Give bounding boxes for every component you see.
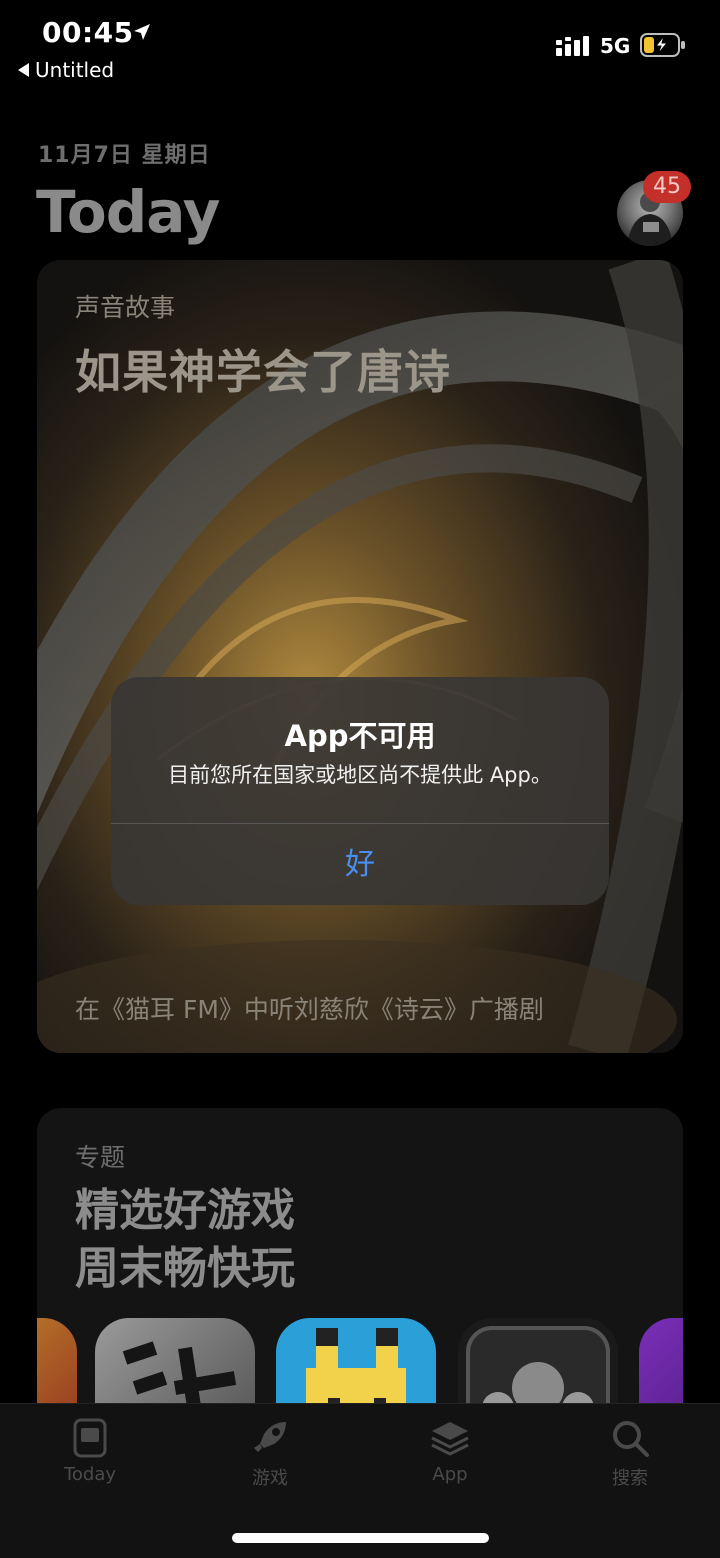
tab-label: Today xyxy=(63,1464,117,1485)
topic-eyebrow: 专题 xyxy=(75,1143,126,1172)
home-indicator[interactable] xyxy=(232,1533,489,1543)
tab-games[interactable]: 游戏 xyxy=(210,1418,330,1502)
page-title: Today xyxy=(36,178,220,246)
card-title: 如果神学会了唐诗 xyxy=(75,345,451,399)
alert-ok-button[interactable]: 好 xyxy=(111,824,609,905)
tab-label: 搜索 xyxy=(612,1468,648,1489)
search-icon xyxy=(613,1421,649,1457)
alert-message: 目前您所在国家或地区尚不提供此 App。 xyxy=(168,763,552,787)
topic-title-line-2: 周末畅快玩 xyxy=(75,1243,295,1294)
status-bar: 00:45 Untitled 5G xyxy=(0,0,720,100)
battery-charging-icon xyxy=(640,33,685,57)
back-triangle-icon xyxy=(18,63,29,77)
tab-label: 游戏 xyxy=(252,1468,288,1489)
card-caption: 在《猫耳 FM》中听刘慈欣《诗云》广播剧 xyxy=(75,995,544,1024)
alert-title: App不可用 xyxy=(284,719,436,753)
back-to-app-link[interactable]: Untitled xyxy=(18,58,114,82)
tab-search[interactable]: 搜索 xyxy=(570,1418,690,1502)
alert-dialog: App不可用 目前您所在国家或地区尚不提供此 App。 好 xyxy=(111,677,609,905)
topic-title-line-1: 精选好游戏 xyxy=(75,1185,295,1236)
tab-label: App xyxy=(432,1464,468,1485)
featured-story-card[interactable]: 声音故事 如果神学会了唐诗 在《猫耳 FM》中听刘慈欣《诗云》广播剧 xyxy=(37,260,683,1053)
today-icon xyxy=(73,1418,107,1458)
cellular-signal-icon xyxy=(556,36,589,56)
back-label: Untitled xyxy=(35,58,115,82)
tab-today[interactable]: Today xyxy=(30,1418,150,1502)
network-type: 5G xyxy=(600,34,631,58)
location-arrow-icon xyxy=(134,24,150,40)
tab-apps[interactable]: App xyxy=(390,1418,510,1502)
stack-icon xyxy=(431,1422,469,1456)
card-eyebrow: 声音故事 xyxy=(75,293,176,322)
notification-badge: 45 xyxy=(643,171,691,203)
date-label: 11月7日 星期日 xyxy=(38,143,211,168)
status-time: 00:45 xyxy=(42,16,134,49)
topic-title: 精选好游戏 周末畅快玩 xyxy=(75,1182,295,1298)
rocket-icon xyxy=(254,1422,286,1452)
